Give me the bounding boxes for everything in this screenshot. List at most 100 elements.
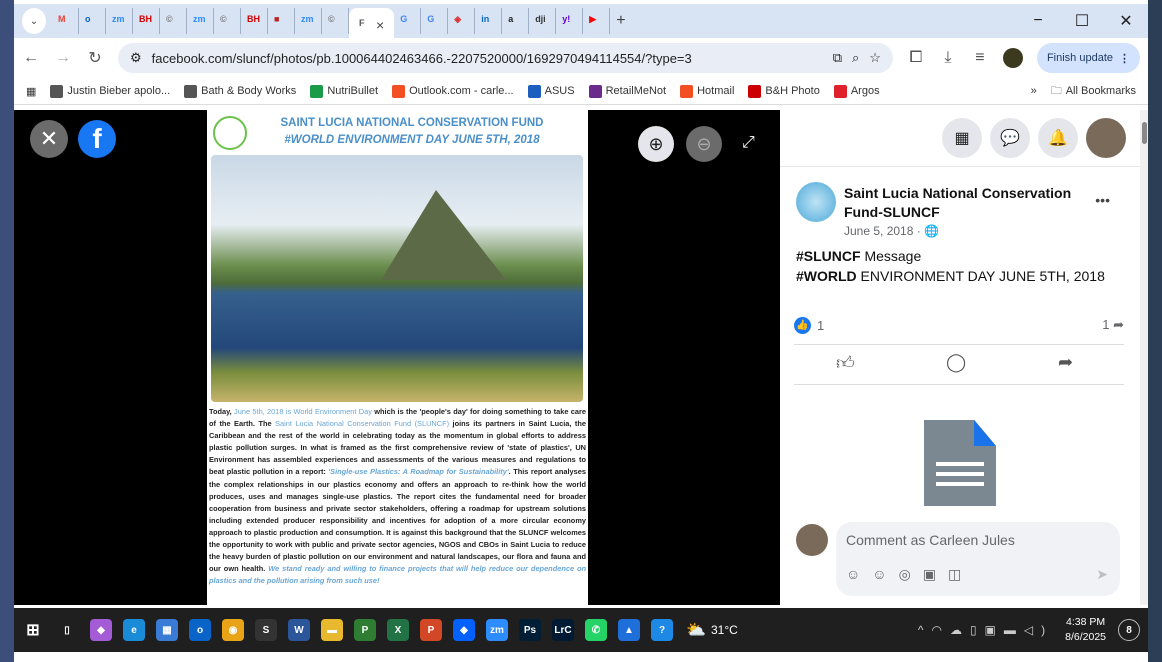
close-viewer-button[interactable]: ✕ (30, 120, 68, 158)
panel-scrollbar[interactable] (1140, 110, 1148, 605)
hashtag-link[interactable]: #SLUNCF (796, 248, 861, 264)
minimize-button[interactable]: − (1016, 12, 1060, 30)
all-bookmarks-button[interactable]: 🗀 All Bookmarks (1051, 82, 1136, 101)
extensions-icon[interactable]: ⧠ (907, 49, 925, 67)
bookmark-item[interactable]: RetailMeNot (588, 84, 666, 98)
taskbar-app-app-s[interactable]: S (255, 619, 277, 641)
reading-list-icon[interactable]: ≡ (971, 49, 989, 67)
browser-tab[interactable]: y! (556, 8, 584, 34)
browser-tab[interactable]: © (214, 8, 241, 34)
comment-button[interactable]: ◯ (946, 352, 966, 373)
bookmark-item[interactable]: Justin Bieber apolo... (50, 84, 170, 98)
menu-grid-icon[interactable]: ▦ (942, 118, 982, 158)
avatar-sticker-icon[interactable]: ☺ (846, 566, 860, 583)
reload-button[interactable]: ↻ (86, 48, 104, 68)
forward-button[interactable]: → (54, 49, 72, 67)
browser-tab[interactable]: zm (106, 8, 133, 34)
download-icon[interactable]: ⤓ (939, 49, 957, 67)
taskbar-app-explorer[interactable]: ▬ (321, 619, 343, 641)
taskbar-app-edge[interactable]: e (123, 619, 145, 641)
facebook-logo-icon[interactable]: f (78, 120, 116, 158)
maximize-button[interactable]: ☐ (1060, 11, 1104, 31)
bookmark-item[interactable]: Hotmail (680, 84, 734, 98)
taskbar-app-photoshop[interactable]: Ps (519, 619, 541, 641)
address-bar[interactable]: ⚙ facebook.com/sluncf/photos/pb.10006440… (118, 43, 893, 73)
taskbar-app-powerpoint[interactable]: P (420, 619, 442, 641)
apps-grid-icon[interactable]: ▦ (26, 85, 36, 98)
camera-icon[interactable]: ◎ (899, 566, 911, 583)
bookmark-item[interactable]: Bath & Body Works (184, 84, 296, 98)
close-tab-icon[interactable]: × (376, 17, 384, 33)
site-settings-icon[interactable]: ⚙ (130, 50, 142, 66)
share-button[interactable]: ➦ (1058, 352, 1073, 373)
close-window-button[interactable]: ✕ (1104, 11, 1148, 31)
shares-count[interactable]: 1 ➦ (1102, 317, 1124, 333)
browser-tab[interactable]: ▶ (583, 8, 611, 34)
browser-tab[interactable]: © (322, 8, 349, 34)
comment-box[interactable]: Comment as Carleen Jules ☺ ☺ ◎ ▣ ◫ ➤ (836, 522, 1120, 596)
taskbar-app-lightroom[interactable]: LrC (552, 619, 574, 641)
browser-tab[interactable]: dji (529, 8, 557, 34)
taskbar-app-help[interactable]: ? (651, 619, 673, 641)
start-button[interactable]: ⊞ (22, 619, 44, 641)
send-icon[interactable]: ➤ (1096, 566, 1108, 583)
install-app-icon[interactable]: ⧉ (833, 50, 842, 66)
messenger-icon[interactable]: 💬 (990, 118, 1030, 158)
browser-tab[interactable]: zm (295, 8, 322, 34)
notifications-bell-icon[interactable]: 🔔 (1038, 118, 1078, 158)
taskbar-app-dropbox[interactable]: ◆ (453, 619, 475, 641)
back-button[interactable]: ← (22, 49, 40, 67)
taskbar-app-photos[interactable]: ▲ (618, 619, 640, 641)
browser-tab[interactable]: BH (241, 8, 268, 34)
browser-tab[interactable]: o (79, 8, 106, 34)
finish-update-button[interactable]: Finish update ⋮ (1036, 43, 1140, 73)
tab-search-button[interactable]: ⌄ (22, 8, 46, 34)
hashtag-link[interactable]: #WORLD (796, 268, 857, 284)
sticker-icon[interactable]: ◫ (948, 566, 961, 583)
account-avatar[interactable] (1086, 118, 1126, 158)
notifications-button[interactable]: 8 (1118, 619, 1140, 641)
like-button[interactable]: 👍︎ (836, 352, 855, 374)
browser-tab[interactable]: M (52, 8, 79, 34)
weather-icon[interactable]: ⛅ (685, 619, 707, 641)
browser-tab[interactable]: F × (349, 8, 395, 42)
emoji-icon[interactable]: ☺ (872, 566, 886, 583)
taskbar-app-outlook[interactable]: o (189, 619, 211, 641)
bookmark-star-icon[interactable]: ☆ (869, 50, 881, 66)
browser-tab[interactable]: a (502, 8, 530, 34)
post-date[interactable]: June 5, 2018 · 🌐 (844, 224, 939, 238)
zoom-icon[interactable]: ⌕ (852, 50, 859, 66)
browser-tab[interactable]: zm (187, 8, 214, 34)
bookmark-item[interactable]: Outlook.com - carle... (392, 84, 514, 98)
page-name-link[interactable]: Saint Lucia National Conservation Fund-S… (844, 184, 1084, 222)
browser-tab[interactable]: G (394, 8, 422, 34)
menu-icon[interactable]: ⋮ (1119, 52, 1130, 65)
page-avatar[interactable] (796, 182, 836, 222)
browser-tab[interactable]: BH (133, 8, 160, 34)
weather-temp[interactable]: 31°C (711, 623, 738, 637)
browser-tab[interactable]: in (475, 8, 503, 34)
bookmarks-overflow-button[interactable]: » (1031, 85, 1037, 97)
task-view-icon[interactable]: ▯ (56, 619, 78, 641)
comment-input[interactable]: Comment as Carleen Jules (846, 532, 1015, 548)
taskbar-app-copilot[interactable]: ◆ (90, 619, 112, 641)
new-tab-button[interactable]: + (610, 8, 631, 34)
taskbar-app-word[interactable]: W (288, 619, 310, 641)
taskbar-app-zoom[interactable]: zm (486, 619, 508, 641)
zoom-out-button[interactable]: ⊖ (686, 126, 722, 162)
system-tray-icons[interactable]: ^◠☁▯▣▬◁) (918, 623, 1053, 637)
bookmark-item[interactable]: B&H Photo (748, 84, 820, 98)
taskbar-app-excel[interactable]: X (387, 619, 409, 641)
fullscreen-icon[interactable]: ⤢ (742, 134, 755, 152)
more-options-button[interactable]: ••• (1095, 192, 1110, 208)
browser-tab[interactable]: ■ (268, 8, 295, 34)
zoom-in-button[interactable]: ⊕ (638, 126, 674, 162)
browser-tab[interactable]: ◈ (448, 8, 476, 34)
profile-avatar[interactable] (1002, 48, 1023, 68)
bookmark-item[interactable]: Argos (833, 84, 880, 98)
taskbar-app-chrome[interactable]: ◉ (222, 619, 244, 641)
bookmark-item[interactable]: ASUS (527, 84, 575, 98)
reactions-count[interactable]: 👍 1 (794, 317, 824, 334)
gif-icon[interactable]: ▣ (923, 566, 936, 583)
taskbar-app-whatsapp[interactable]: ✆ (585, 619, 607, 641)
